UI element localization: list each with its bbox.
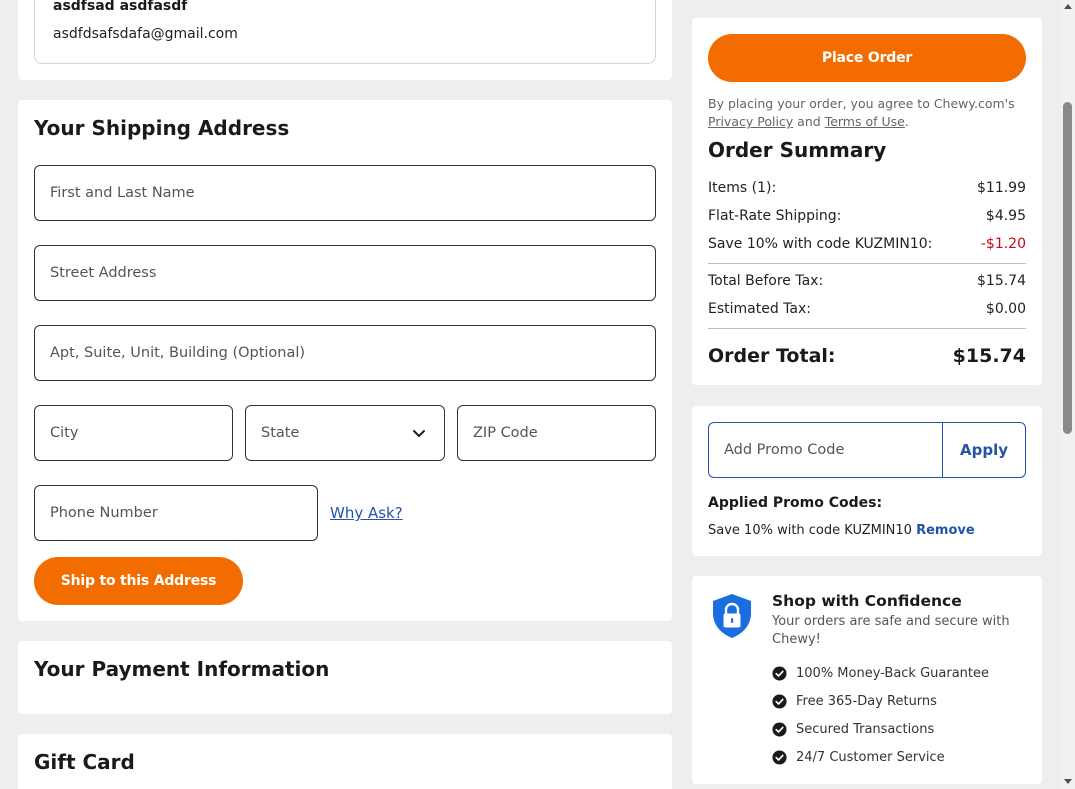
ship-to-address-button[interactable]: Ship to this Address	[34, 557, 243, 605]
guarantee-item-label: Free 365-Day Returns	[796, 694, 937, 709]
shipping-address-title: Your Shipping Address	[34, 116, 290, 140]
terms-of-use-link[interactable]: Terms of Use	[825, 114, 905, 129]
guarantee-item: 24/7 Customer Service	[772, 750, 945, 765]
guarantee-item-label: 24/7 Customer Service	[796, 750, 945, 765]
contact-email: asdfdsafsdafa@gmail.com	[53, 26, 238, 42]
summary-row-order-total: Order Total: $15.74	[708, 345, 1026, 367]
order-summary-title: Order Summary	[708, 138, 887, 162]
payment-information-title: Your Payment Information	[34, 657, 330, 681]
summary-row-total-before-tax: Total Before Tax: $15.74	[708, 273, 1026, 289]
apt-suite-input[interactable]	[35, 326, 655, 380]
apt-suite-field[interactable]	[34, 325, 656, 381]
shop-with-confidence-card: Shop with Confidence Your orders are saf…	[692, 576, 1042, 784]
summary-row-value: $4.95	[985, 208, 1026, 224]
confidence-subtitle: Your orders are safe and secure with Che…	[772, 614, 1010, 647]
scrollbar-thumb[interactable]	[1063, 102, 1072, 434]
page-scrollbar[interactable]	[1060, 0, 1075, 789]
city-input[interactable]	[35, 406, 232, 460]
order-total-label: Order Total:	[708, 345, 836, 367]
summary-row-value: $15.74	[977, 273, 1026, 289]
summary-row-items: Items (1): $11.99	[708, 180, 1026, 196]
agreement-period: .	[904, 114, 909, 129]
full-name-input[interactable]	[35, 166, 655, 220]
chevron-down-icon	[413, 430, 425, 437]
scroll-up-arrow-icon[interactable]	[1064, 4, 1072, 9]
gift-card-title: Gift Card	[34, 750, 135, 774]
contact-info-box: asdfsad asdfasdf asdfdsafsdafa@gmail.com	[34, 0, 656, 64]
summary-row-discount: Save 10% with code KUZMIN10: -$1.20	[708, 236, 1026, 252]
guarantee-item: 100% Money-Back Guarantee	[772, 666, 989, 681]
promo-code-field[interactable]	[708, 422, 943, 478]
contact-name: asdfsad asdfasdf	[53, 0, 188, 14]
order-agreement-text: By placing your order, you agree to Chew…	[708, 95, 1028, 131]
discount-value: -$1.20	[980, 236, 1026, 252]
summary-row-estimated-tax: Estimated Tax: $0.00	[708, 301, 1026, 317]
gift-card-section[interactable]: Gift Card	[18, 734, 672, 789]
guarantee-item-label: Secured Transactions	[796, 722, 935, 737]
order-total-value: $15.74	[952, 345, 1026, 367]
check-circle-icon	[772, 722, 787, 737]
confidence-title: Shop with Confidence	[772, 592, 962, 610]
shield-lock-icon	[713, 594, 751, 638]
scroll-down-arrow-icon[interactable]	[1064, 779, 1072, 784]
guarantee-item: Free 365-Day Returns	[772, 694, 937, 709]
payment-information-card[interactable]: Your Payment Information	[18, 641, 672, 714]
full-name-field[interactable]	[34, 165, 656, 221]
contact-card: asdfsad asdfasdf asdfdsafsdafa@gmail.com	[18, 0, 672, 80]
place-order-button[interactable]: Place Order	[708, 34, 1026, 82]
city-field[interactable]	[34, 405, 233, 461]
summary-divider	[708, 328, 1026, 329]
street-address-input[interactable]	[35, 246, 655, 300]
summary-divider	[708, 263, 1026, 264]
shipping-address-card: Your Shipping Address State Why Ask? Shi…	[18, 100, 672, 621]
summary-row-label: Total Before Tax:	[708, 273, 824, 289]
summary-row-shipping: Flat-Rate Shipping: $4.95	[708, 208, 1026, 224]
order-summary-card: Place Order By placing your order, you a…	[692, 18, 1042, 385]
summary-row-value: $11.99	[977, 180, 1026, 196]
zip-code-field[interactable]	[457, 405, 656, 461]
why-ask-link[interactable]: Why Ask?	[330, 504, 403, 522]
remove-promo-link[interactable]: Remove	[916, 523, 975, 538]
summary-row-label: Items (1):	[708, 180, 777, 196]
summary-row-value: $0.00	[985, 301, 1026, 317]
phone-number-input[interactable]	[35, 486, 317, 540]
summary-row-label: Flat-Rate Shipping:	[708, 208, 842, 224]
check-circle-icon	[772, 750, 787, 765]
apply-promo-button[interactable]: Apply	[942, 422, 1026, 478]
guarantee-item: Secured Transactions	[772, 722, 934, 737]
street-address-field[interactable]	[34, 245, 656, 301]
state-select-label: State	[261, 425, 300, 441]
applied-promo-label: Applied Promo Codes:	[708, 495, 883, 511]
applied-promo-code: Save 10% with code KUZMIN10 Remove	[708, 523, 975, 538]
agreement-and: and	[797, 114, 821, 129]
phone-number-field[interactable]	[34, 485, 318, 541]
privacy-policy-link[interactable]: Privacy Policy	[708, 114, 793, 129]
summary-row-label: Estimated Tax:	[708, 301, 811, 317]
guarantee-item-label: 100% Money-Back Guarantee	[796, 666, 990, 681]
zip-code-input[interactable]	[458, 406, 655, 460]
agreement-prefix: By placing your order, you agree to Chew…	[708, 96, 1015, 111]
promo-code-card: Apply Applied Promo Codes: Save 10% with…	[692, 406, 1042, 556]
applied-promo-text: Save 10% with code KUZMIN10	[708, 523, 912, 538]
promo-code-input[interactable]	[709, 423, 943, 477]
check-circle-icon	[772, 666, 787, 681]
state-select[interactable]: State	[245, 405, 445, 461]
summary-row-label: Save 10% with code KUZMIN10:	[708, 236, 933, 252]
check-circle-icon	[772, 694, 787, 709]
